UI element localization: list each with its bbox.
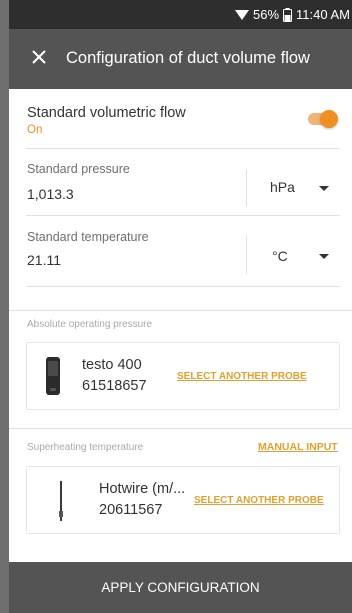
divider xyxy=(26,215,340,216)
page-title: Configuration of duct volume flow xyxy=(66,49,310,67)
probe-serial: 61518657 xyxy=(82,378,147,394)
standard-temperature-unit: °C xyxy=(272,248,288,264)
battery-icon xyxy=(283,7,293,22)
probe-name: testo 400 xyxy=(82,357,142,373)
toggle-thumb xyxy=(320,110,338,128)
battery-percent: 56% xyxy=(253,7,280,22)
absolute-pressure-probe-card: testo 400 61518657 SELECT ANOTHER PROBE xyxy=(26,342,340,410)
hotwire-probe-icon xyxy=(59,481,63,521)
status-bar: 56% 11:40 AM xyxy=(9,0,352,29)
superheating-probe-card: Hotwire (m/... 20611567 SELECT ANOTHER P… xyxy=(26,466,340,534)
standard-flow-toggle[interactable] xyxy=(306,108,340,130)
superheating-section-label: Superheating temperature xyxy=(27,442,144,453)
standard-temperature-label: Standard temperature xyxy=(27,230,149,244)
wifi-icon xyxy=(235,9,249,20)
chevron-down-icon xyxy=(319,254,329,259)
select-another-probe-link[interactable]: SELECT ANOTHER PROBE xyxy=(194,495,324,506)
probe-name: Hotwire (m/... xyxy=(99,481,186,497)
status-indicators: 56% 11:40 AM xyxy=(235,7,350,22)
select-another-probe-link[interactable]: SELECT ANOTHER PROBE xyxy=(177,371,307,382)
divider-vertical xyxy=(246,236,247,274)
manual-input-link[interactable]: MANUAL INPUT xyxy=(258,441,338,453)
absolute-pressure-section-label: Absolute operating pressure xyxy=(27,319,153,330)
close-icon[interactable] xyxy=(28,46,50,68)
app-screen: 56% 11:40 AM Configuration of duct volum… xyxy=(9,0,352,613)
standard-pressure-label: Standard pressure xyxy=(27,162,130,176)
probe-serial: 20611567 xyxy=(99,502,163,518)
divider-vertical xyxy=(246,169,247,207)
divider xyxy=(26,148,340,149)
section-divider xyxy=(9,428,352,429)
app-bar: Configuration of duct volume flow xyxy=(9,29,352,89)
standard-pressure-input[interactable]: 1,013.3 xyxy=(27,186,74,202)
divider xyxy=(26,286,340,287)
standard-flow-state: On xyxy=(27,124,43,136)
section-divider xyxy=(9,310,352,311)
clock: 11:40 AM xyxy=(296,7,350,22)
testo-400-device-icon xyxy=(46,357,60,395)
standard-temperature-input[interactable]: 21.11 xyxy=(27,252,61,268)
chevron-down-icon xyxy=(319,186,329,191)
configuration-form: Standard volumetric flow On Standard pre… xyxy=(9,89,352,562)
apply-configuration-button[interactable]: APPLY CONFIGURATION xyxy=(9,562,352,613)
standard-flow-label: Standard volumetric flow xyxy=(27,105,186,121)
standard-pressure-unit: hPa xyxy=(270,179,295,195)
